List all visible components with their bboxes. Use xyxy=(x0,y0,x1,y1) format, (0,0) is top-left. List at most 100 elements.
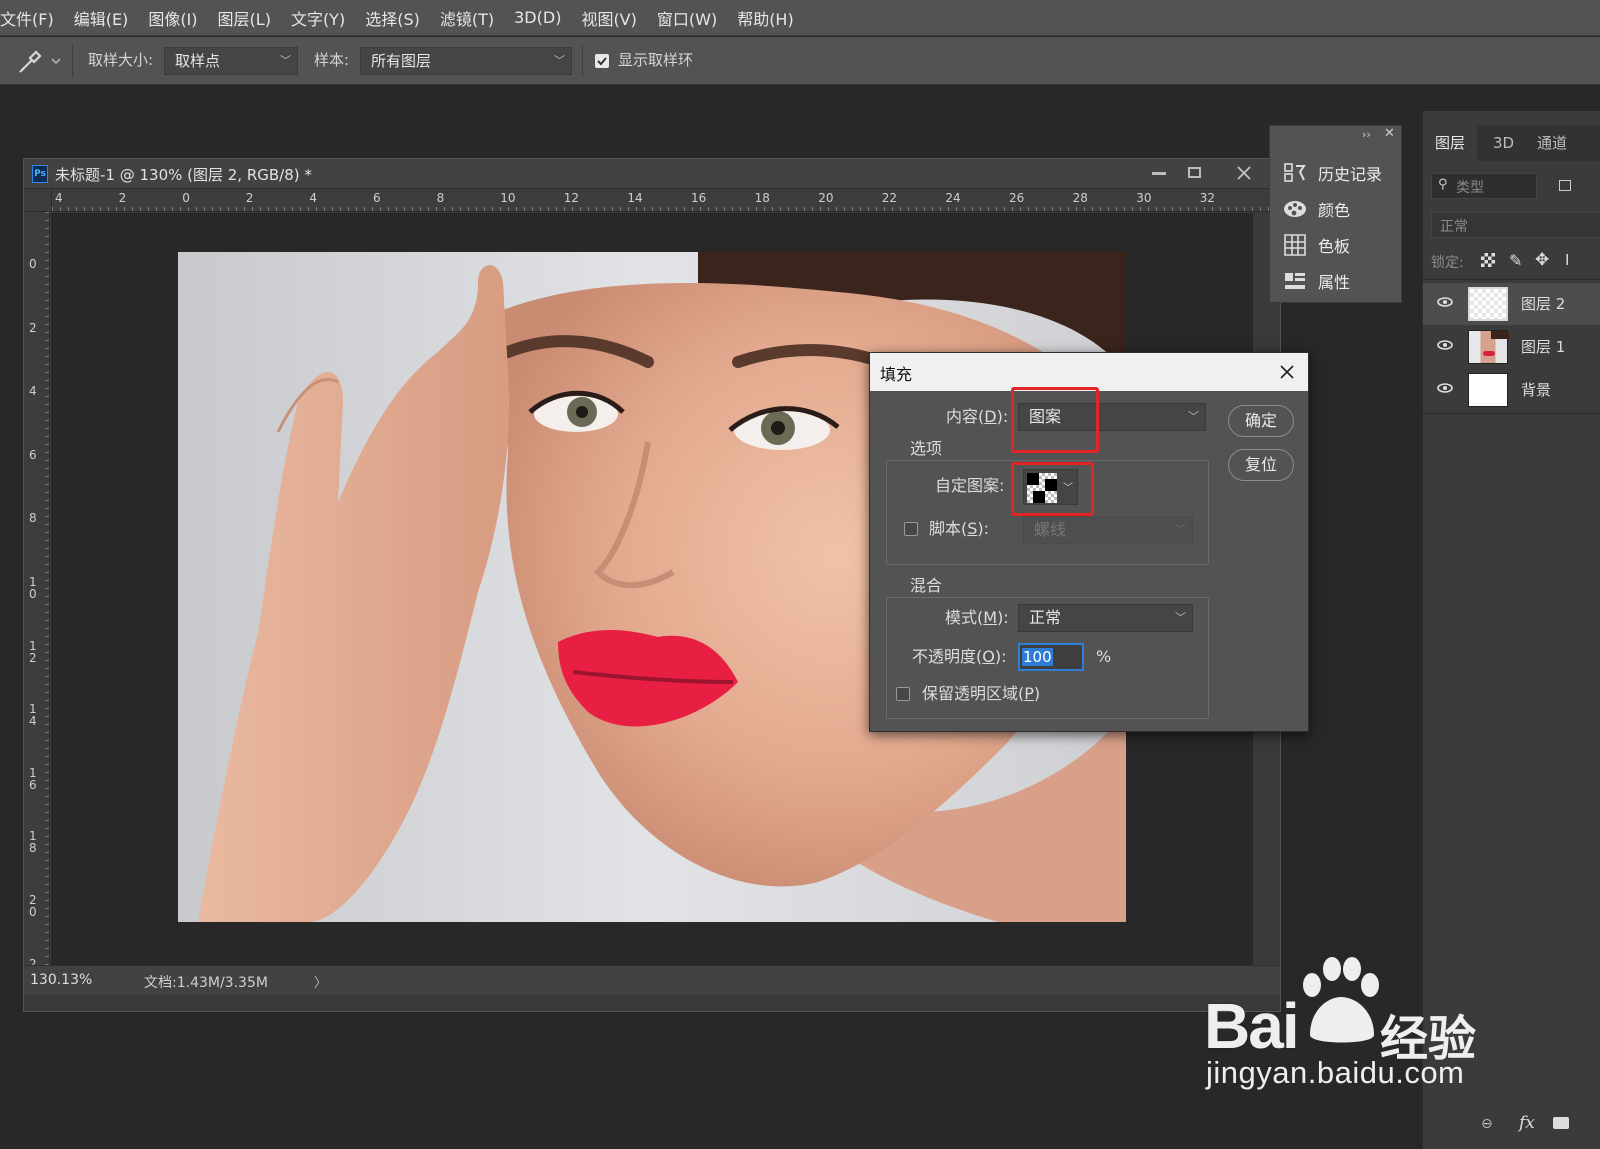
layer-thumbnail xyxy=(1468,287,1508,321)
floating-panel-group: ›› ✕ 历史记录 颜色 色板 属性 xyxy=(1269,125,1402,303)
maximize-button[interactable] xyxy=(1188,167,1201,178)
show-ring-label: 显示取样环 xyxy=(618,51,694,69)
zoom-level[interactable]: 130.13% xyxy=(30,972,92,988)
vertical-ruler: 024681 01 21 41 61 82 02 xyxy=(24,212,50,976)
ruler-label: 1 6 xyxy=(29,765,37,792)
menu-item[interactable]: 3D(D) xyxy=(504,8,571,27)
ruler-label: 1 4 xyxy=(29,702,37,729)
layer-row[interactable]: 背景 xyxy=(1423,369,1600,411)
menu-item[interactable]: 选择(S) xyxy=(355,6,430,30)
ruler-label: 0 xyxy=(29,257,37,271)
ruler-label: 20 xyxy=(818,191,834,205)
ruler-label: 6 xyxy=(373,191,381,205)
search-icon: ⚲ xyxy=(1438,177,1448,192)
layer-filter-box[interactable]: ⚲ 类型 xyxy=(1431,173,1537,199)
script-value: 螺线 xyxy=(1034,520,1067,539)
horizontal-ruler: 4 2 0 2 4 6 8 10 12 14 16 18 20 22 24 26 28 30 32 xyxy=(52,190,1280,212)
ruler-corner xyxy=(24,190,52,212)
blend-mode-select[interactable]: 正常 xyxy=(1431,212,1600,238)
menu-bar: 文件(F) 编辑(E) 图像(I) 图层(L) 文字(Y) 选择(S) 滤镜(T) 3D(D)… xyxy=(0,0,1600,36)
panel-item-label: 色板 xyxy=(1318,237,1351,256)
lock-brush-icon[interactable]: ✎ xyxy=(1509,251,1522,270)
tab-layers[interactable]: 图层 xyxy=(1423,125,1478,161)
layer-row[interactable]: 图层 2 xyxy=(1423,283,1600,325)
eye-icon[interactable] xyxy=(1437,383,1453,393)
add-mask-icon[interactable] xyxy=(1553,1117,1569,1129)
sample-size-select[interactable]: 取样点 ﹀ xyxy=(164,47,298,75)
ruler-label: 1 0 xyxy=(29,575,37,601)
panel-item-history[interactable]: 历史记录 xyxy=(1282,159,1382,187)
menu-item[interactable]: 文件(F) xyxy=(0,6,64,30)
document-info: 文档:1.43M/3.35M xyxy=(144,975,268,991)
sample-label: 样本: xyxy=(314,51,350,69)
panel-item-label: 颜色 xyxy=(1318,201,1351,220)
layer-name[interactable]: 图层 2 xyxy=(1521,293,1565,314)
eye-icon[interactable] xyxy=(1437,297,1453,307)
panel-item-swatches[interactable]: 色板 xyxy=(1282,231,1350,259)
lock-move-icon[interactable]: ✥ xyxy=(1535,250,1549,270)
ruler-label: 6 xyxy=(29,447,37,462)
ps-file-icon: Ps xyxy=(32,165,48,183)
ruler-label: 1 2 xyxy=(29,638,37,665)
panel-item-color[interactable]: 颜色 xyxy=(1282,195,1350,223)
eyedropper-tool-icon[interactable] xyxy=(18,48,66,74)
panel-collapse-icon[interactable]: ›› xyxy=(1362,128,1371,141)
lock-label: 锁定: xyxy=(1431,255,1464,271)
opacity-unit: % xyxy=(1096,647,1112,666)
ok-button[interactable]: 确定 xyxy=(1228,405,1294,437)
tab-3d[interactable]: 3D xyxy=(1481,125,1526,161)
ruler-label: 2 xyxy=(245,191,254,205)
fx-button[interactable]: fx xyxy=(1519,1113,1535,1133)
menu-item[interactable]: 图层(L) xyxy=(208,6,281,30)
opacity-input[interactable]: 100 xyxy=(1018,643,1084,671)
panel-item-properties[interactable]: 属性 xyxy=(1282,267,1350,295)
dialog-titlebar: 填充 xyxy=(870,353,1308,391)
chevron-down-icon: ﹀ xyxy=(280,54,291,67)
sample-value: 所有图层 xyxy=(371,52,432,70)
menu-item[interactable]: 图像(I) xyxy=(138,6,207,30)
filter-image-icon[interactable] xyxy=(1559,180,1571,191)
ruler-label: 4 xyxy=(29,384,37,399)
ruler-label: 32 xyxy=(1199,191,1216,205)
layer-thumbnail xyxy=(1468,330,1509,364)
menu-item[interactable]: 视图(V) xyxy=(571,6,646,30)
show-ring-checkbox[interactable] xyxy=(595,54,609,68)
mode-select[interactable]: 正常 ﹀ xyxy=(1018,604,1193,632)
content-label: 内容(D): xyxy=(946,407,1009,426)
dialog-title: 填充 xyxy=(880,365,913,384)
reset-button[interactable]: 复位 xyxy=(1228,449,1294,481)
lock-artboard-icon[interactable]: I xyxy=(1565,251,1569,269)
close-icon[interactable] xyxy=(1276,361,1298,383)
panel-close-icon[interactable]: ✕ xyxy=(1384,126,1395,141)
eye-icon[interactable] xyxy=(1437,340,1453,350)
layer-row[interactable]: 图层 1 xyxy=(1423,326,1600,368)
tab-channels[interactable]: 通道 xyxy=(1525,125,1579,161)
layer-name[interactable]: 图层 1 xyxy=(1521,336,1565,357)
ruler-label: 8 xyxy=(29,511,37,526)
horizontal-scrollbar[interactable] xyxy=(24,995,1280,1011)
baidu-brand: Bai xyxy=(1204,990,1300,1062)
menu-item[interactable]: 窗口(W) xyxy=(647,6,727,30)
ruler-label: 16 xyxy=(691,191,707,205)
document-titlebar: Ps 未标题-1 @ 130% (图层 2, RGB/8) * xyxy=(24,159,1280,189)
minimize-button[interactable] xyxy=(1152,172,1166,175)
menu-item[interactable]: 文字(Y) xyxy=(281,6,355,30)
opacity-value: 100 xyxy=(1022,648,1053,666)
menu-item[interactable]: 编辑(E) xyxy=(64,6,139,30)
mode-value: 正常 xyxy=(1029,608,1062,627)
sample-select[interactable]: 所有图层 ﹀ xyxy=(360,47,572,75)
highlight-box-pattern xyxy=(1011,462,1094,516)
script-checkbox[interactable] xyxy=(904,522,918,536)
close-icon[interactable] xyxy=(1232,161,1256,185)
layer-name[interactable]: 背景 xyxy=(1521,379,1551,400)
menu-item[interactable]: 滤镜(T) xyxy=(430,6,504,30)
menu-item[interactable]: 帮助(H) xyxy=(727,6,804,30)
history-icon xyxy=(1284,163,1306,182)
link-layers-icon[interactable]: ⊖ xyxy=(1481,1116,1493,1132)
lock-transparent-icon[interactable] xyxy=(1481,253,1495,267)
status-menu-arrow[interactable]: 〉 xyxy=(314,972,327,991)
ruler-label: 0 xyxy=(182,191,190,205)
preserve-transparency-checkbox[interactable] xyxy=(896,687,910,701)
fill-dialog: 填充 内容(D): 图案 ﹀ 确定 复位 选项 自定图案: ﹀ 脚本(S): 螺… xyxy=(869,352,1309,732)
ruler-label: 1 8 xyxy=(29,829,37,856)
